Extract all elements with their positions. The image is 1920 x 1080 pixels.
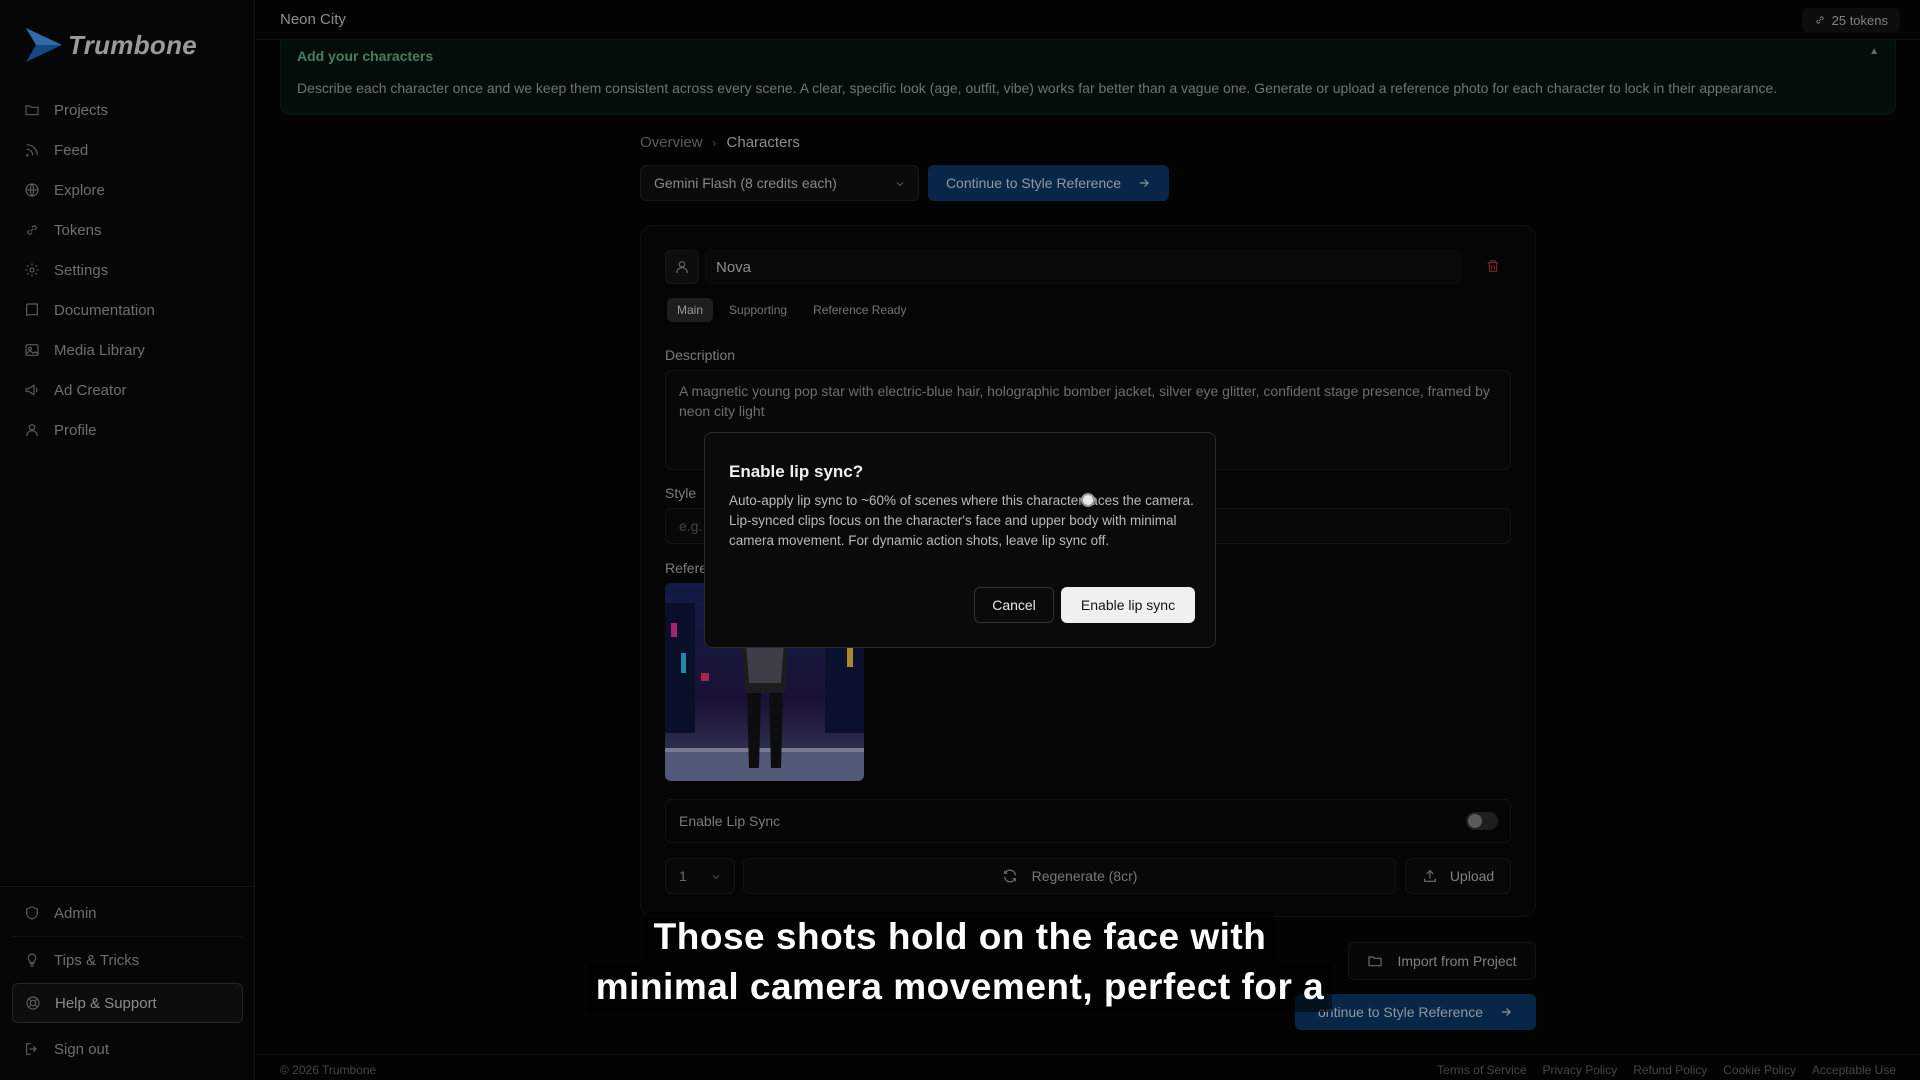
- lip-sync-dialog: Enable lip sync? Auto-apply lip sync to …: [704, 432, 1216, 648]
- dialog-title: Enable lip sync?: [729, 462, 864, 481]
- enable-lip-sync-button[interactable]: Enable lip sync: [1061, 587, 1195, 623]
- mouse-cursor-icon: [1081, 493, 1095, 507]
- caption-line-1: Those shots hold on the face with: [645, 912, 1275, 962]
- dialog-text: Auto-apply lip sync to ~60% of scenes wh…: [729, 493, 1194, 548]
- caption-line-2: minimal camera movement, perfect for a: [587, 962, 1333, 1012]
- video-caption: Those shots hold on the face with minima…: [580, 912, 1340, 1012]
- cancel-button[interactable]: Cancel: [974, 587, 1054, 623]
